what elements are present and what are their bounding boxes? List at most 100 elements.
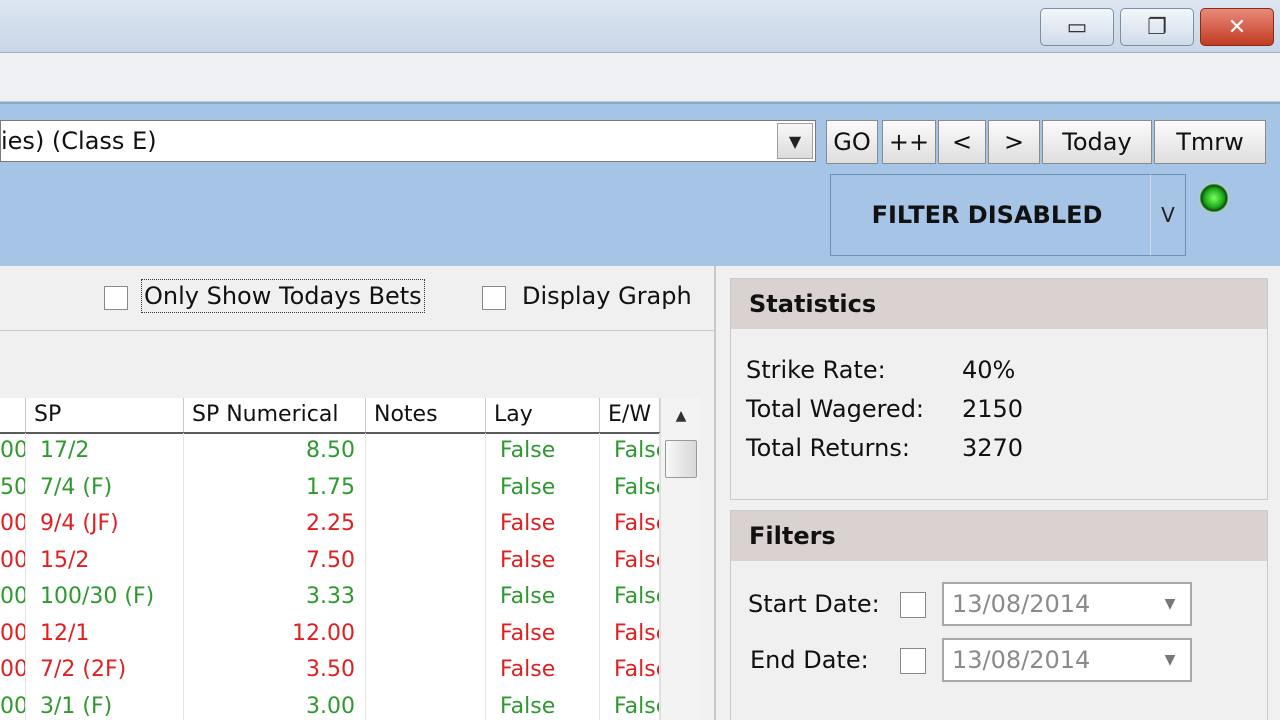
tomorrow-button[interactable]: Tmrw: [1154, 120, 1266, 164]
minimize-button[interactable]: ▭: [1040, 8, 1114, 46]
start-date-dropdown[interactable]: ▼: [1152, 586, 1188, 622]
table-row[interactable]: 009/4 (JF)2.25 FalseFalse: [0, 506, 660, 543]
statistics-title: Statistics: [731, 279, 1267, 329]
prev-race-button[interactable]: <: [938, 120, 986, 164]
scroll-up-button[interactable]: ▲: [661, 398, 700, 434]
table-row[interactable]: 00100/30 (F)3.33 FalseFalse: [0, 579, 660, 616]
total-wagered-value: 2150: [962, 395, 1024, 423]
cell-sp: 7/4 (F): [26, 469, 184, 506]
cell-lead: 50: [0, 469, 26, 506]
filter-toggle-button[interactable]: V: [1150, 174, 1186, 256]
cell-lead: 00: [0, 506, 26, 543]
cell-ew: False: [600, 579, 660, 616]
cell-sp: 15/2: [26, 542, 184, 579]
table-row[interactable]: 507/4 (F)1.75 FalseFalse: [0, 469, 660, 506]
strike-rate-value: 40%: [962, 356, 1016, 384]
cell-ew: False: [600, 652, 660, 689]
only-today-label[interactable]: Only Show Todays Bets: [141, 279, 425, 313]
cell-ew: False: [600, 615, 660, 652]
cell-notes: [366, 433, 486, 470]
restore-button[interactable]: ❐: [1120, 8, 1194, 46]
end-date-picker[interactable]: 13/08/2014 ▼: [942, 638, 1192, 682]
cell-spn: 3.33: [184, 579, 366, 616]
chevron-down-icon: ▼: [788, 131, 802, 151]
column-header-sp-numerical[interactable]: SP Numerical: [184, 398, 366, 432]
cell-spn: 3.00: [184, 688, 366, 720]
table-row[interactable]: 007/2 (2F)3.50 FalseFalse: [0, 652, 660, 689]
table-row[interactable]: 0012/112.00 FalseFalse: [0, 615, 660, 652]
cell-ew: False: [600, 688, 660, 720]
filters-title: Filters: [731, 511, 1267, 561]
cell-spn: 2.25: [184, 506, 366, 543]
column-header-ew[interactable]: E/W: [600, 398, 660, 432]
filter-status-button[interactable]: FILTER DISABLED: [830, 174, 1150, 256]
cell-spn: 3.50: [184, 652, 366, 689]
start-date-picker[interactable]: 13/08/2014 ▼: [942, 582, 1192, 626]
close-icon: ✕: [1227, 14, 1247, 40]
cell-sp: 9/4 (JF): [26, 506, 184, 543]
cell-sp: 3/1 (F): [26, 688, 184, 720]
cell-notes: [366, 688, 486, 720]
cell-lead: 00: [0, 615, 26, 652]
display-graph-label[interactable]: Display Graph: [522, 282, 692, 310]
cell-notes: [366, 542, 486, 579]
only-today-checkbox[interactable]: [104, 286, 128, 310]
close-button[interactable]: ✕: [1200, 8, 1274, 46]
cell-lay: False: [486, 688, 600, 720]
status-light-icon: [1199, 183, 1229, 213]
cell-ew: False: [600, 469, 660, 506]
cell-lead: 00: [0, 652, 26, 689]
today-button[interactable]: Today: [1042, 120, 1152, 164]
filter-toggle-label: V: [1161, 203, 1175, 227]
total-returns-value: 3270: [962, 434, 1024, 462]
menu-bar: [0, 53, 1280, 102]
cell-spn: 12.00: [184, 615, 366, 652]
cell-lay: False: [486, 542, 600, 579]
display-graph-checkbox[interactable]: [482, 286, 506, 310]
next-race-button[interactable]: >: [988, 120, 1040, 164]
race-selector-dropdown[interactable]: ▼: [777, 123, 813, 159]
restore-icon: ❐: [1147, 14, 1167, 40]
race-selector[interactable]: ies) (Class E) ▼: [0, 120, 816, 162]
end-date-checkbox[interactable]: [900, 648, 926, 674]
cell-spn: 7.50: [184, 542, 366, 579]
cell-sp: 17/2: [26, 433, 184, 470]
grid-header: SP SP Numerical Notes Lay E/W: [0, 398, 700, 434]
strike-rate-label: Strike Rate:: [746, 356, 886, 384]
cell-notes: [366, 579, 486, 616]
column-header-lead[interactable]: [0, 398, 26, 432]
column-header-sp[interactable]: SP: [26, 398, 184, 432]
scroll-thumb[interactable]: [665, 440, 697, 478]
chevron-down-icon: ▼: [1164, 596, 1176, 612]
end-date-dropdown[interactable]: ▼: [1152, 642, 1188, 678]
next-race-plus-button[interactable]: ++: [882, 120, 936, 164]
panel-divider: [0, 330, 714, 331]
cell-lead: 00: [0, 542, 26, 579]
start-date-value: 13/08/2014: [952, 590, 1091, 618]
column-header-notes[interactable]: Notes: [366, 398, 486, 432]
cell-spn: 8.50: [184, 433, 366, 470]
chevron-down-icon: ▼: [1164, 652, 1176, 668]
bets-grid: SP SP Numerical Notes Lay E/W 00 17/2 8.50…: [0, 398, 700, 720]
cell-ew: False: [600, 506, 660, 543]
column-header-lay[interactable]: Lay: [486, 398, 600, 432]
chevron-up-icon: ▲: [675, 408, 687, 424]
go-button[interactable]: GO: [826, 120, 878, 164]
race-selector-value: ies) (Class E): [1, 127, 157, 155]
total-returns-label: Total Returns:: [746, 434, 910, 462]
cell-ew: False: [600, 542, 660, 579]
statistics-section: Statistics: [730, 278, 1268, 500]
cell-notes: [366, 615, 486, 652]
minimize-icon: ▭: [1066, 14, 1088, 40]
filter-status-label: FILTER DISABLED: [871, 201, 1103, 229]
cell-notes: [366, 469, 486, 506]
cell-lead: 00: [0, 579, 26, 616]
start-date-checkbox[interactable]: [900, 592, 926, 618]
table-row[interactable]: 003/1 (F)3.00 FalseFalse: [0, 688, 660, 720]
cell-sp: 100/30 (F): [26, 579, 184, 616]
grid-scrollbar[interactable]: ▲: [660, 398, 700, 720]
table-row[interactable]: 0015/27.50 FalseFalse: [0, 542, 660, 579]
start-date-label: Start Date:: [748, 590, 880, 618]
table-row[interactable]: 0017/28.50 FalseFalse: [0, 433, 660, 470]
cell-sp: 12/1: [26, 615, 184, 652]
